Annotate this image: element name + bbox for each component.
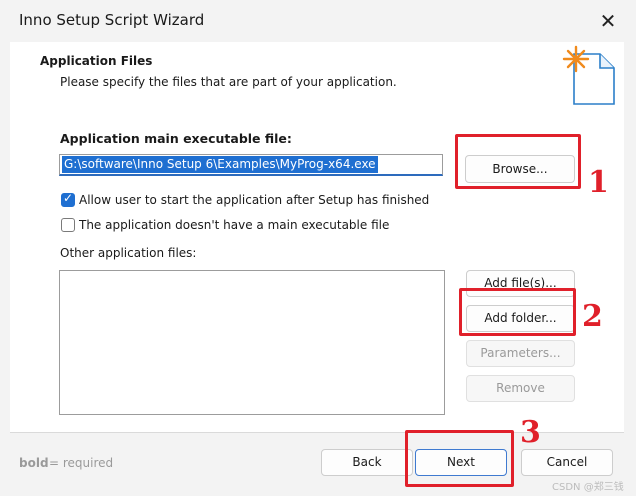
cancel-button[interactable]: Cancel: [521, 449, 613, 476]
annotation-number-3: 3: [520, 415, 541, 450]
annotation-box-next: [405, 430, 514, 487]
allow-user-label: Allow user to start the application afte…: [79, 193, 430, 207]
back-button[interactable]: Back: [321, 449, 413, 476]
annotation-box-browse: [455, 134, 581, 189]
other-files-list[interactable]: [59, 270, 445, 415]
main-exe-label: Application main executable file:: [60, 131, 292, 146]
watermark-text: CSDN @郑三钱: [552, 482, 624, 493]
parameters-button[interactable]: Parameters...: [466, 340, 575, 367]
window-title: Inno Setup Script Wizard: [19, 11, 205, 29]
no-main-exe-checkbox[interactable]: [61, 218, 75, 232]
remove-button[interactable]: Remove: [466, 375, 575, 402]
annotation-number-2: 2: [582, 299, 603, 334]
page-title: Application Files: [40, 54, 153, 68]
annotation-number-1: 1: [588, 165, 609, 200]
required-hint-bold: bold: [19, 456, 49, 470]
allow-user-checkbox[interactable]: ✓: [61, 191, 75, 207]
main-exe-value: G:\software\Inno Setup 6\Examples\MyProg…: [62, 156, 378, 173]
document-star-icon: [562, 45, 615, 105]
page-subtitle: Please specify the files that are part o…: [60, 75, 397, 89]
annotation-box-add-folder: [459, 288, 576, 336]
required-hint-text: = required: [49, 456, 114, 470]
other-files-label: Other application files:: [60, 246, 197, 260]
no-main-exe-label: The application doesn't have a main exec…: [79, 218, 390, 232]
close-icon[interactable]: ✕: [596, 9, 620, 33]
